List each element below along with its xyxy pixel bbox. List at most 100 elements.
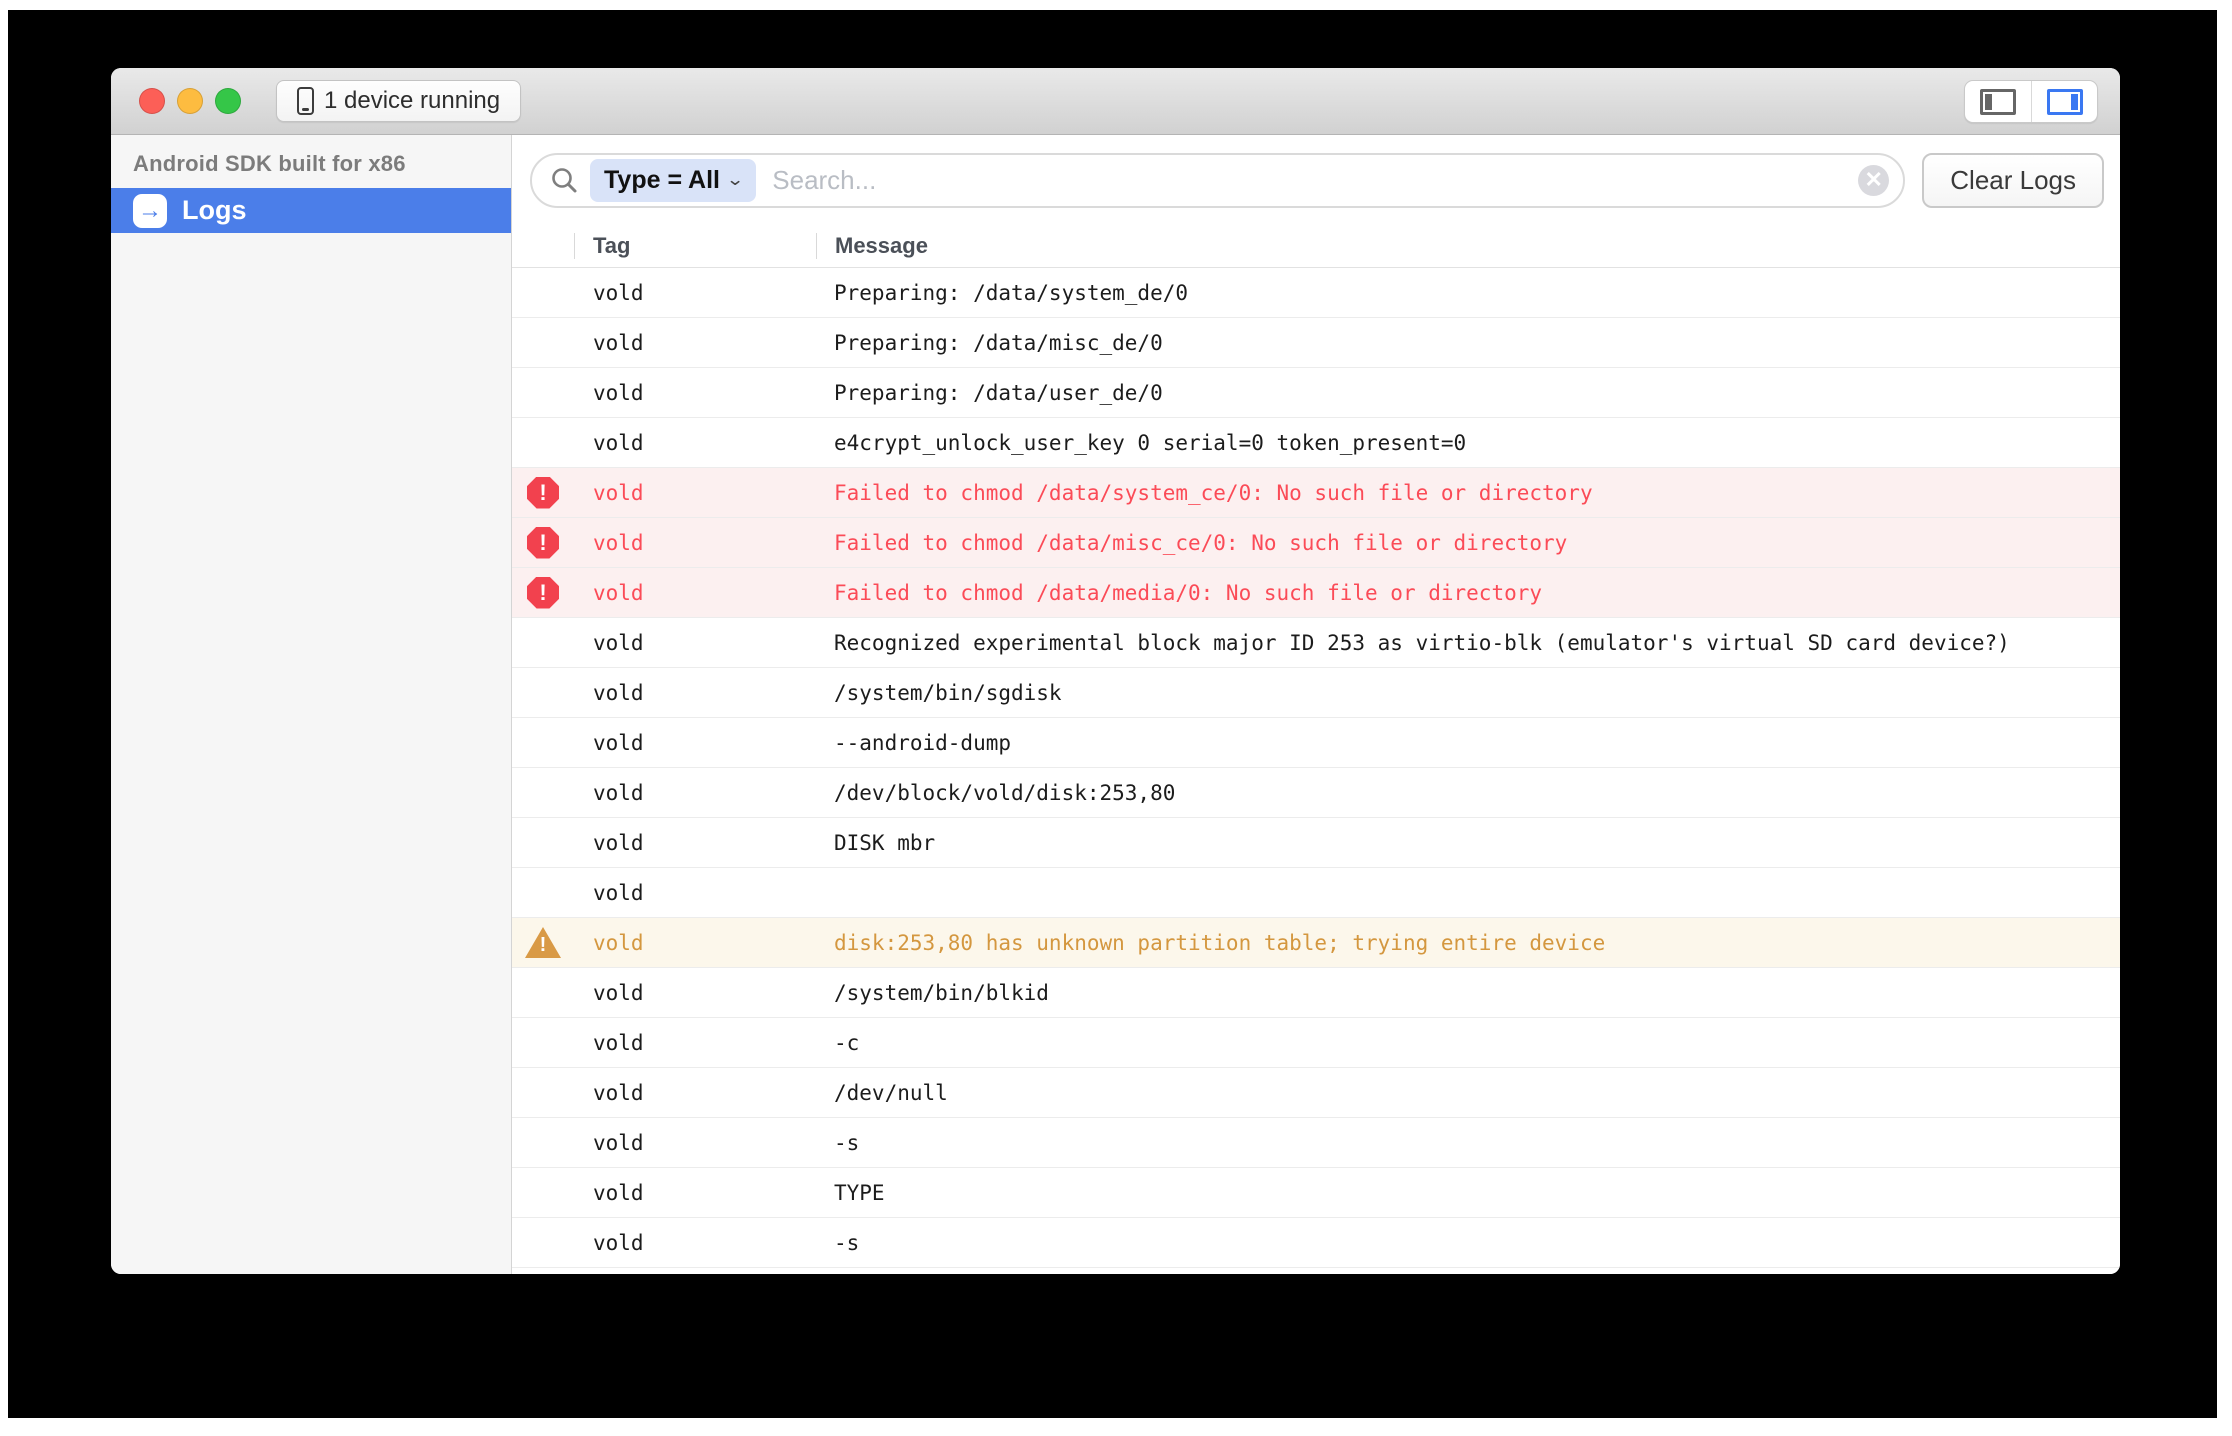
toolbar: Type = All ⌄ ✕ Clear Logs [512, 135, 2120, 225]
log-message-cell: Failed to chmod /data/misc_ce/0: No such… [815, 531, 2120, 555]
log-message-cell: Failed to chmod /data/system_ce/0: No su… [815, 481, 2120, 505]
log-tag-cell: vold [574, 981, 815, 1005]
log-row[interactable]: vold -s [512, 1218, 2120, 1268]
device-running-button[interactable]: 1 device running [276, 80, 521, 122]
log-tag-cell: vold [574, 481, 815, 505]
log-tag-cell: vold [574, 531, 815, 555]
log-message-cell: Preparing: /data/misc_de/0 [815, 331, 2120, 355]
log-row[interactable]: vold Preparing: /data/user_de/0 [512, 368, 2120, 418]
log-row[interactable]: vold [512, 868, 2120, 918]
log-table: vold Preparing: /data/system_de/0 vold P… [512, 268, 2120, 1274]
log-row[interactable]: ! vold disk:253,80 has unknown partition… [512, 918, 2120, 968]
log-row[interactable]: vold Preparing: /data/system_de/0 [512, 268, 2120, 318]
log-message-cell: disk:253,80 has unknown partition table;… [815, 931, 2120, 955]
warning-icon: ! [525, 927, 561, 958]
log-message-cell: -s [815, 1131, 2120, 1155]
close-window-button[interactable] [139, 88, 165, 114]
log-row[interactable]: vold -c [512, 1018, 2120, 1068]
log-message-cell: --android-dump [815, 731, 2120, 755]
log-message-cell: Failed to chmod /data/media/0: No such f… [815, 581, 2120, 605]
log-message-cell: /system/bin/blkid [815, 981, 2120, 1005]
log-tag-cell: vold [574, 1031, 815, 1055]
main-panel: Type = All ⌄ ✕ Clear Logs Tag [512, 135, 2120, 1274]
log-row[interactable]: ! vold Failed to chmod /data/media/0: No… [512, 568, 2120, 618]
close-icon: ✕ [1865, 169, 1883, 191]
device-name-header: Android SDK built for x86 [111, 135, 511, 177]
log-row[interactable]: vold /system/bin/blkid [512, 968, 2120, 1018]
log-row[interactable]: vold /system/bin/sgdisk [512, 668, 2120, 718]
desktop-background: 1 device running Android SDK built for x… [8, 10, 2217, 1418]
log-row[interactable]: ! vold Failed to chmod /data/system_ce/0… [512, 468, 2120, 518]
search-input[interactable] [772, 165, 1858, 196]
log-row[interactable]: vold /dev/block/vold/disk:253,80 [512, 768, 2120, 818]
log-row[interactable]: vold Recognized experimental block major… [512, 618, 2120, 668]
error-icon: ! [527, 477, 559, 509]
arrow-right-icon: → [133, 194, 167, 228]
sidebar-item-label: Logs [182, 195, 247, 226]
device-running-label: 1 device running [324, 87, 500, 115]
app-window: 1 device running Android SDK built for x… [111, 68, 2120, 1274]
log-row[interactable]: vold -s [512, 1118, 2120, 1168]
log-tag-cell: vold [574, 731, 815, 755]
log-message-cell: /dev/null [815, 1081, 2120, 1105]
log-tag-cell: vold [574, 331, 815, 355]
toggle-left-panel-button[interactable] [1965, 81, 2031, 122]
error-icon: ! [527, 527, 559, 559]
toggle-right-panel-button[interactable] [2031, 81, 2097, 122]
left-panel-icon [1980, 89, 2016, 115]
log-message-cell: e4crypt_unlock_user_key 0 serial=0 token… [815, 431, 2120, 455]
log-tag-cell: vold [574, 581, 815, 605]
search-field[interactable]: Type = All ⌄ ✕ [530, 153, 1905, 208]
clear-search-button[interactable]: ✕ [1858, 165, 1889, 196]
log-message-cell: /system/bin/sgdisk [815, 681, 2120, 705]
message-column-header[interactable]: Message [817, 233, 2120, 259]
log-tag-cell: vold [574, 1231, 815, 1255]
log-tag-cell: vold [574, 631, 815, 655]
log-tag-cell: vold [574, 1181, 815, 1205]
clear-logs-button[interactable]: Clear Logs [1922, 153, 2104, 208]
sidebar-item-logs[interactable]: → Logs [111, 188, 511, 233]
log-tag-cell: vold [574, 781, 815, 805]
log-tag-cell: vold [574, 681, 815, 705]
log-tag-cell: vold [574, 431, 815, 455]
log-message-cell: TYPE [815, 1181, 2120, 1205]
severity-icon-cell: ! [512, 577, 574, 609]
log-tag-cell: vold [574, 881, 815, 905]
log-message-cell: DISK mbr [815, 831, 2120, 855]
log-tag-cell: vold [574, 831, 815, 855]
log-tag-cell: vold [574, 381, 815, 405]
log-row[interactable]: ! vold Failed to chmod /data/misc_ce/0: … [512, 518, 2120, 568]
type-filter-label: Type = All [604, 166, 720, 195]
right-panel-icon [2047, 89, 2083, 115]
tag-column-header[interactable]: Tag [575, 233, 816, 259]
log-message-cell: Preparing: /data/user_de/0 [815, 381, 2120, 405]
log-tag-cell: vold [574, 931, 815, 955]
log-message-cell: -c [815, 1031, 2120, 1055]
severity-icon-cell: ! [512, 477, 574, 509]
error-icon: ! [527, 577, 559, 609]
log-message-cell: Preparing: /data/system_de/0 [815, 281, 2120, 305]
log-row[interactable]: vold --android-dump [512, 718, 2120, 768]
log-message-cell: /dev/block/vold/disk:253,80 [815, 781, 2120, 805]
log-tag-cell: vold [574, 281, 815, 305]
log-tag-cell: vold [574, 1131, 815, 1155]
severity-icon-cell: ! [512, 927, 574, 958]
log-message-cell: -s [815, 1231, 2120, 1255]
minimize-window-button[interactable] [177, 88, 203, 114]
log-row[interactable]: vold DISK mbr [512, 818, 2120, 868]
type-filter-token[interactable]: Type = All ⌄ [590, 159, 756, 202]
log-row[interactable]: vold e4crypt_unlock_user_key 0 serial=0 … [512, 418, 2120, 468]
log-row[interactable]: vold /dev/null [512, 1068, 2120, 1118]
zoom-window-button[interactable] [215, 88, 241, 114]
titlebar: 1 device running [111, 68, 2120, 135]
chevron-down-icon: ⌄ [726, 170, 745, 190]
log-message-cell: Recognized experimental block major ID 2… [815, 631, 2120, 655]
log-table-header: Tag Message [512, 225, 2120, 268]
severity-icon-cell: ! [512, 527, 574, 559]
log-row[interactable]: vold Preparing: /data/misc_de/0 [512, 318, 2120, 368]
search-icon [550, 166, 578, 194]
phone-icon [297, 87, 314, 115]
panel-toggle-group [1964, 80, 2098, 123]
log-row[interactable]: vold TYPE [512, 1168, 2120, 1218]
traffic-lights [139, 88, 241, 114]
